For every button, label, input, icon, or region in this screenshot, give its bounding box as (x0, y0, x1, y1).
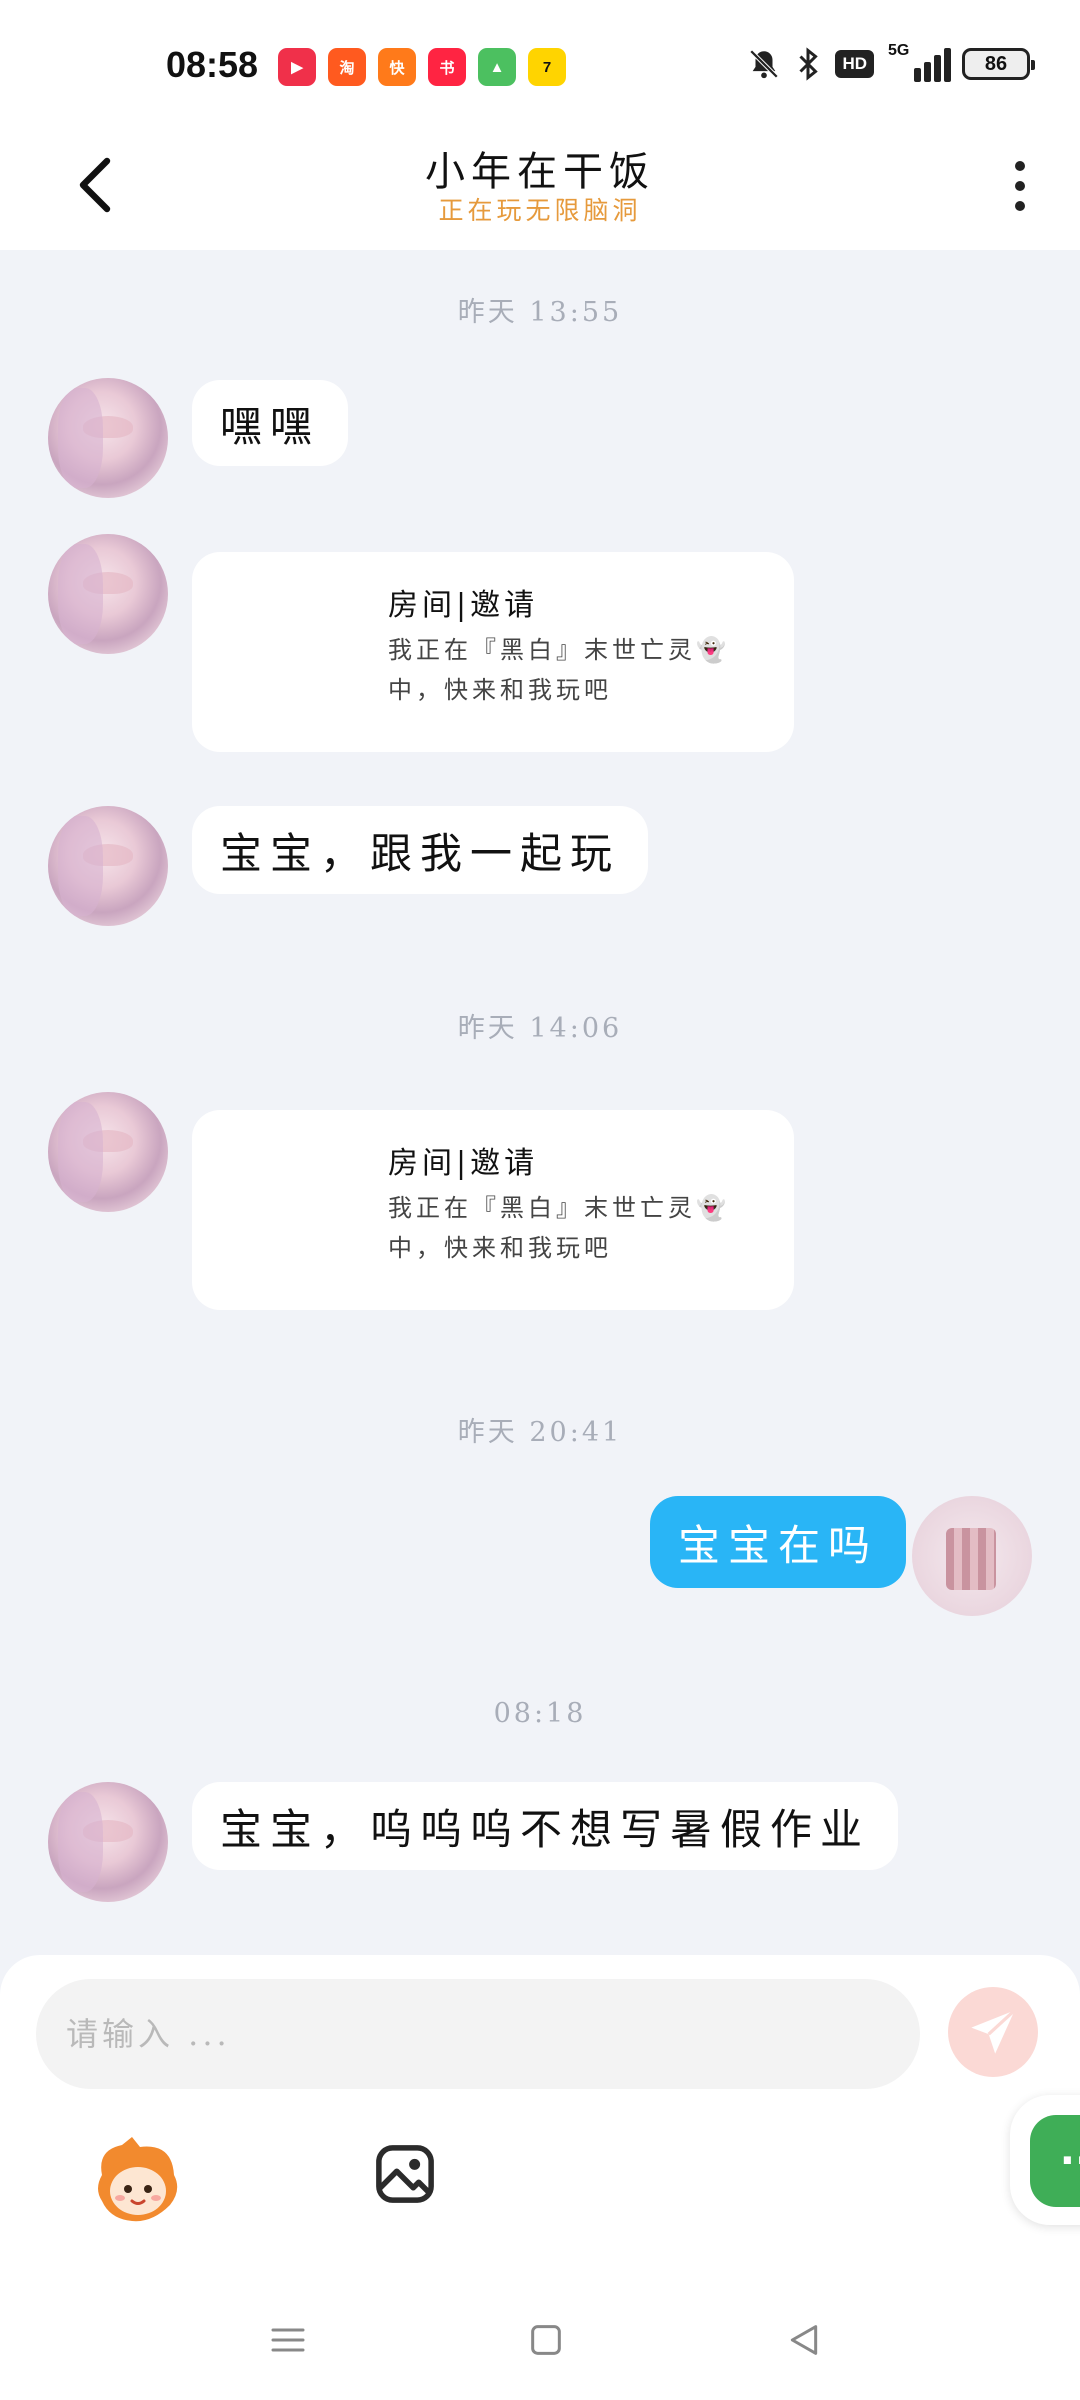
floating-chat-icon: ·· (1030, 2115, 1080, 2207)
sticker-mascot-icon[interactable] (92, 2135, 182, 2225)
menu-icon (271, 2328, 305, 2352)
my-avatar[interactable] (912, 1496, 1032, 1616)
contact-avatar[interactable] (48, 806, 168, 926)
game-app-icon: ▲ (478, 48, 516, 86)
nav-back-button[interactable] (774, 2310, 834, 2370)
contact-avatar[interactable] (48, 1092, 168, 1212)
my-message-bubble[interactable]: 宝宝在吗 (650, 1496, 907, 1588)
status-indicators: HD 5G 86 (747, 42, 1035, 82)
signal-icon: 5G (888, 42, 951, 82)
kuaishou-icon: 快 (378, 48, 416, 86)
invite-description: 我正在『黑白』末世亡灵👻中，快来和我玩吧 (388, 1194, 730, 1262)
system-navigation-bar (0, 2280, 1080, 2400)
xiaohongshu-icon: 书 (428, 48, 466, 86)
message-bubble[interactable]: 宝宝，呜呜呜不想写暑假作业 (192, 1782, 899, 1870)
send-icon (971, 2009, 1016, 2054)
battery-icon: 86 (962, 48, 1035, 80)
room-invite-card[interactable]: 房间|邀请 我正在『黑白』末世亡灵👻中，快来和我玩吧 (192, 1110, 794, 1310)
more-dot (1015, 161, 1025, 171)
status-bar: 08:58 ▶ 淘 快 书 ▲ 7 HD 5G 86 (0, 0, 1080, 125)
mute-bell-icon (750, 49, 779, 79)
invite-description: 我正在『黑白』末世亡灵👻中，快来和我玩吧 (388, 636, 730, 704)
battery-level: 86 (984, 52, 1008, 75)
more-dot (1015, 201, 1025, 211)
more-options-button[interactable] (1000, 151, 1040, 221)
status-app-icons: ▶ 淘 快 书 ▲ 7 (278, 48, 566, 86)
contact-avatar[interactable] (48, 378, 168, 498)
message-bubble[interactable]: 嘿嘿 (192, 380, 349, 466)
message-bubble[interactable]: 宝宝，跟我一起玩 (192, 806, 649, 894)
hd-badge: HD (835, 50, 874, 78)
floating-chat-button[interactable]: ·· (1010, 2095, 1080, 2225)
video-app-icon: ▶ (278, 48, 316, 86)
contact-avatar[interactable] (48, 534, 168, 654)
taobao-icon: 淘 (328, 48, 366, 86)
status-time: 08:58 (166, 44, 259, 85)
nav-home-button[interactable] (516, 2310, 576, 2370)
triangle-back-icon (790, 2325, 818, 2355)
chat-title: 小年在干饭 (425, 149, 655, 195)
message-timestamp: 昨天 14:06 (457, 1013, 623, 1044)
square-icon (531, 2325, 561, 2355)
message-input-container[interactable] (36, 1979, 920, 2089)
tencent-app-icon: 7 (528, 48, 566, 86)
message-input[interactable] (66, 2015, 920, 2053)
chat-subtitle: 正在玩无限脑洞 (438, 196, 642, 225)
room-invite-card[interactable]: 房间|邀请 我正在『黑白』末世亡灵👻中，快来和我玩吧 (192, 552, 794, 752)
more-dot (1015, 181, 1025, 191)
invite-title: 房间|邀请 (388, 1146, 539, 1181)
image-picker-icon[interactable] (372, 2141, 438, 2207)
message-timestamp: 昨天 20:41 (457, 1417, 623, 1448)
nav-menu-button[interactable] (258, 2310, 318, 2370)
message-timestamp: 昨天 13:55 (457, 297, 623, 328)
contact-avatar[interactable] (48, 1782, 168, 1902)
bluetooth-icon (799, 47, 819, 81)
message-timestamp: 08:18 (493, 1698, 587, 1729)
invite-title: 房间|邀请 (388, 588, 539, 623)
chat-header: 小年在干饭 正在玩无限脑洞 (0, 125, 1080, 250)
send-button[interactable] (948, 1987, 1038, 2077)
